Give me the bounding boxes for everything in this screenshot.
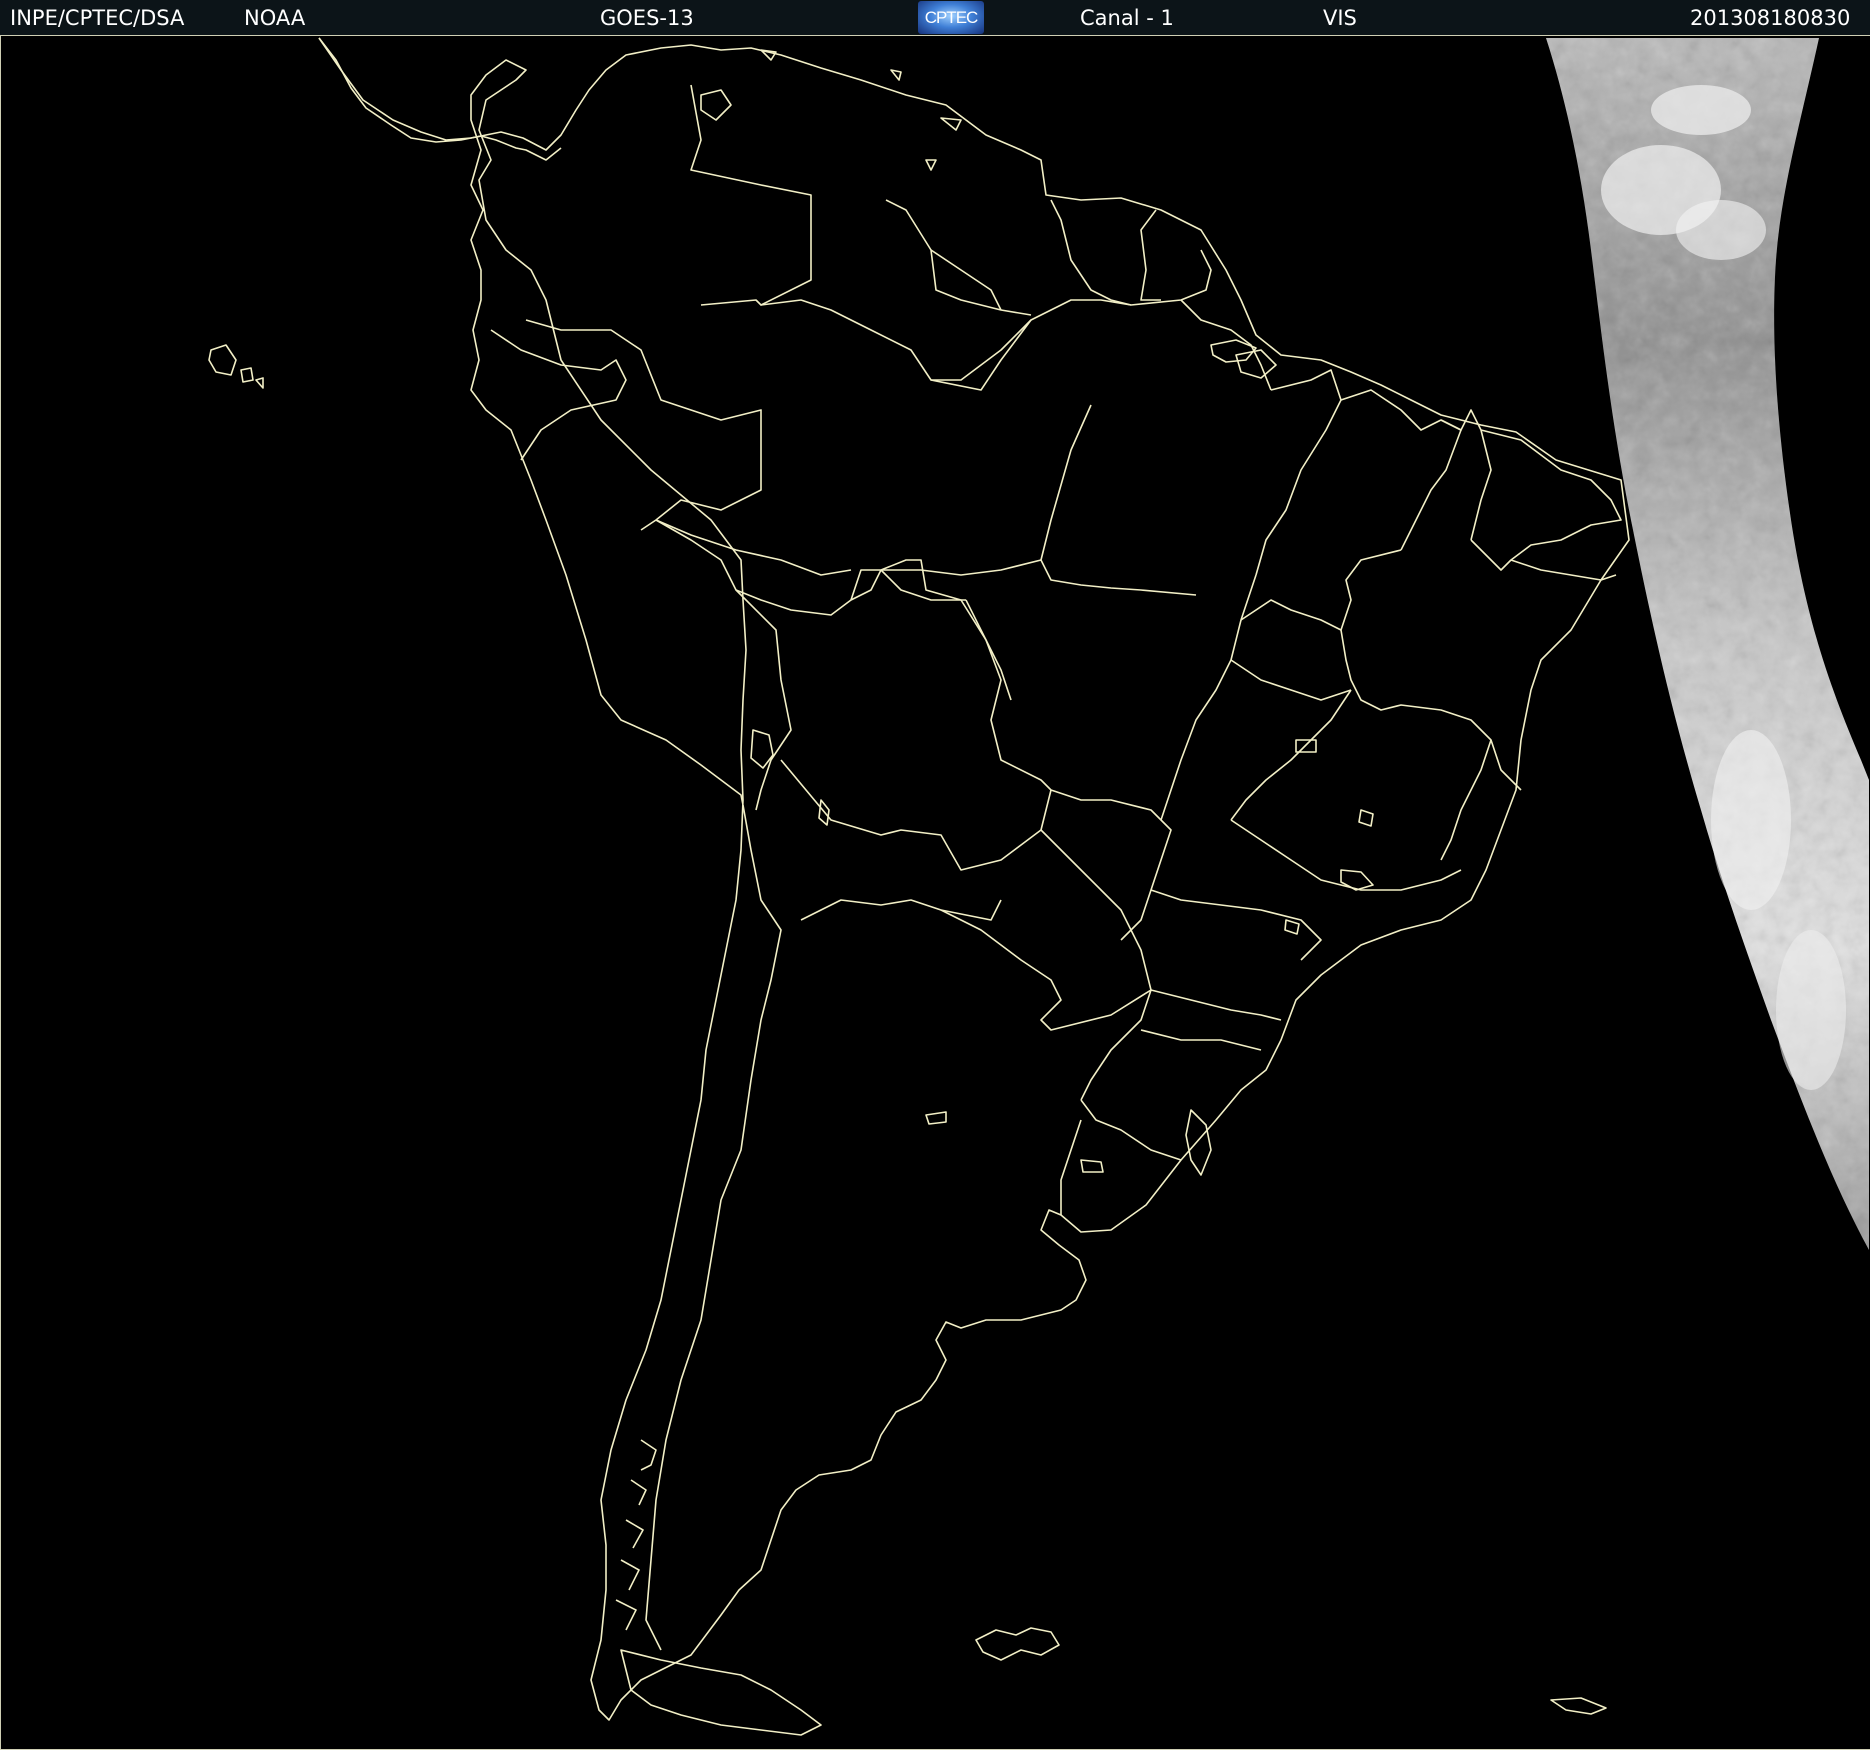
border-venezuela-guyana	[885, 199, 1032, 316]
border-paraguay-argentina	[940, 909, 1152, 1031]
border-brazil-north	[760, 249, 1212, 381]
reservoir	[1358, 809, 1374, 827]
state-border-maranhao-piaui	[1340, 389, 1462, 551]
state-border-go-ba	[1230, 659, 1352, 701]
border-uruguay	[1060, 1099, 1182, 1215]
reservoir	[1284, 919, 1300, 935]
logo-text: CPTEC	[924, 8, 979, 27]
south-georgia	[1550, 1697, 1607, 1715]
south-america-coastline	[318, 37, 1630, 1721]
state-border-pe-al	[1510, 559, 1617, 581]
border-venezuela-colombia	[690, 84, 812, 306]
border-paraguay-brazil	[1040, 829, 1152, 991]
cloud-cell	[1711, 730, 1791, 910]
cloud-cell	[1651, 85, 1751, 135]
state-border-mt-para	[850, 559, 1042, 601]
border-guyana-suriname	[1050, 199, 1132, 306]
state-border-am-ac	[655, 519, 852, 576]
caribbean-island	[700, 89, 732, 121]
state-border-bahia	[1340, 549, 1522, 791]
caribbean-island	[940, 117, 962, 131]
state-border-ne	[1470, 429, 1622, 571]
lake-mar-chiquita	[1080, 1159, 1104, 1173]
state-border-mt-ro	[965, 599, 1012, 701]
border-bolivia-brazil	[880, 559, 1052, 791]
map-svg	[208, 37, 1869, 1736]
org-label: INPE/CPTEC/DSA	[10, 6, 185, 30]
state-border-pr-sc	[1150, 989, 1282, 1021]
falkland-islands	[975, 1627, 1060, 1661]
state-border-mt-go	[1160, 574, 1257, 821]
cloud-cell	[1776, 930, 1846, 1090]
state-border-para-maranhao	[1255, 369, 1342, 576]
galapagos-islands	[208, 344, 264, 389]
state-border-go-mg	[1230, 689, 1352, 821]
border-argentina-brazil	[1080, 989, 1152, 1101]
state-border-to	[1240, 599, 1342, 631]
state-border-sc-rs	[1140, 1029, 1262, 1051]
caribbean-island	[760, 49, 777, 61]
border-bolivia-argentina	[800, 899, 1002, 921]
border-bolivia-paraguay	[780, 759, 1052, 871]
state-borders	[655, 249, 1622, 1051]
border-chile-argentina	[645, 804, 782, 1651]
agency-label: NOAA	[244, 6, 306, 30]
country-borders	[490, 84, 1212, 1651]
state-border-piaui-ceara	[1440, 409, 1492, 541]
lake-argentina	[925, 1111, 947, 1125]
image-header: INPE/CPTEC/DSA NOAA GOES-13 CPTEC Canal …	[0, 0, 1870, 36]
border-colombia-peru-ecuador	[525, 319, 762, 531]
satellite-image	[0, 36, 1870, 1750]
band-label: VIS	[1323, 6, 1357, 30]
timestamp-label: 201308180830	[1690, 6, 1851, 30]
state-border-sp-pr	[1150, 889, 1322, 961]
tierra-del-fuego	[620, 1649, 822, 1736]
state-border-mg-es	[1440, 739, 1492, 861]
border-suriname-guyane	[1140, 209, 1161, 301]
caribbean-island	[925, 159, 937, 171]
lagoa-dos-patos	[1185, 1109, 1212, 1176]
central-america-coast	[318, 37, 562, 161]
cptec-logo-icon: CPTEC	[918, 1, 984, 34]
caribbean-island	[890, 69, 902, 81]
chile-fjords	[615, 1439, 657, 1631]
state-border-ms	[1050, 789, 1172, 941]
channel-label: Canal - 1	[1080, 6, 1174, 30]
cloud-cell	[1676, 200, 1766, 260]
satellite-label: GOES-13	[600, 6, 694, 30]
state-border-mg-rj-sp	[1230, 819, 1462, 891]
state-border-amazonas-para	[1040, 404, 1197, 596]
